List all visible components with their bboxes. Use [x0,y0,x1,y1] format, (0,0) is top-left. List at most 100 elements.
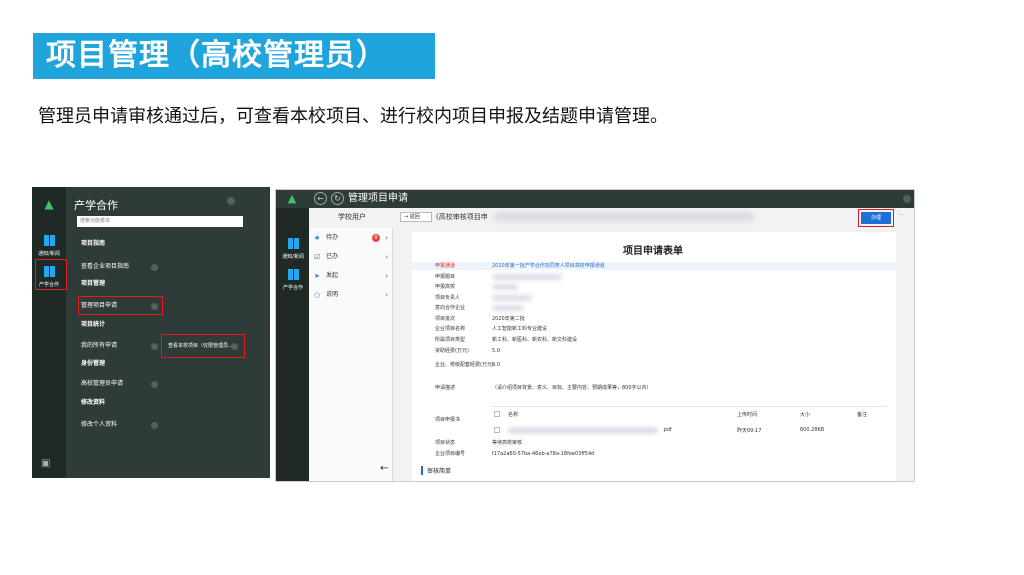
highlight-box [858,209,894,227]
field-label: 申报通道 [435,263,456,269]
side-item-label: 待办 [326,234,339,241]
windows-tile-icon [287,238,299,249]
form-row: 资助经费(万元) 5.0 [412,347,896,355]
form-row: 项目负责人 [412,294,896,302]
menu-item[interactable]: 项目指南 [81,239,105,249]
refresh-icon[interactable]: ↻ [331,192,344,205]
gear-icon[interactable] [151,264,158,271]
menu-item[interactable]: 修改资料 [81,398,105,408]
gear-icon[interactable] [151,381,158,388]
column-header: 名称 [508,412,519,418]
menu-item[interactable]: 身份管理 [81,359,105,369]
select-all-checkbox[interactable] [494,411,500,417]
breadcrumb: (高校审核项目申 [436,213,488,221]
field-label: 申报高校 [435,284,456,290]
bell-icon[interactable]: ▲ [286,193,298,205]
more-menu-icon[interactable]: ··· [898,212,904,219]
right-rail: 通知/新闻 产学合作 [276,208,310,481]
side-item-done[interactable]: ☑ 已办 › [314,249,390,265]
field-value: 2020年第一批产学合作协同育人项目高校申报通道 [492,263,605,269]
rail-news-button[interactable]: 通知/新闻 [276,234,310,262]
field-label: 资助经费(万元) [435,348,469,354]
rail-cooperation-button[interactable]: 产学合作 [276,265,310,293]
lock-icon[interactable]: ▣ [41,458,51,470]
file-size: 600.28KB [800,427,825,433]
highlight-box [78,296,163,315]
side-item-initiate[interactable]: ➤ 发起 › [314,268,390,284]
gear-icon[interactable] [151,343,158,350]
field-label: 项目负责人 [435,295,461,301]
back-button-label: 返回 [409,214,420,220]
windows-tile-icon [43,235,55,246]
field-value: 5.0 [492,348,500,354]
field-value: 人工智能新工科专业建设 [492,326,548,332]
panel-header: 产学合作 [74,199,118,212]
field-label: 项目状态 [435,440,456,446]
form-row: 申报高校 [412,283,896,291]
menu-item[interactable]: 我的所有申请 [81,341,117,351]
gear-icon[interactable] [151,422,158,429]
field-label: 企业项目编号 [435,451,466,457]
side-item-label: 已办 [326,253,339,260]
form-row: 企业、校级配套经费(万元) 0.0 [412,361,896,369]
form-row: 申请描述 （请介绍项目背景、意义、目标、主要内容、预期成果等，800字以内） [412,384,896,392]
menu-search-input[interactable]: 搜索功能菜单 [77,216,243,227]
field-value: 新工科、新医科、新农科、新文科建设 [492,337,578,343]
send-icon: ➤ [314,272,320,280]
upload-time: 昨天09:17 [737,428,762,434]
form-row: 所属项目类型 新工科、新医科、新农科、新文科建设 [412,336,896,344]
back-button[interactable]: → 返回 [400,212,432,222]
rail-news-button[interactable]: 通知/新闻 [32,231,66,259]
form-row: 企业项目编号 f17a2a60-57ba-46eb-a78a-18fee03ff5… [412,450,896,458]
info-icon: ○ [314,291,321,299]
chevron-right-icon: › [385,272,388,280]
form-row: 项目状态 等待高校审核 [412,439,896,447]
field-value: 0.0 [492,362,500,368]
field-label: 企业项目名称 [435,326,466,332]
highlight-box [161,334,245,358]
column-header: 大小 [800,412,811,418]
form-title: 项目申请表单 [623,246,683,257]
column-header: 备注 [857,412,868,418]
side-item-label: 发起 [326,272,339,279]
rail-news-label: 通知/新闻 [38,251,60,257]
column-header: 上传时间 [737,412,758,418]
form-row: 企业项目名称 人工智能新工科专业建设 [412,325,896,333]
field-label: 企业、校级配套经费(万元) [435,362,494,368]
field-label: 项目申报书 [435,417,461,423]
field-label: 意向合作企业 [435,305,466,311]
highlight-box [35,259,67,290]
bell-icon[interactable]: ▲ [42,197,56,211]
form-row: 意向合作企业 [412,304,896,312]
file-name[interactable]: .pdf [662,427,672,433]
form-row: 项目批次 2020年第二批 [412,315,896,323]
menu-item[interactable]: 项目统计 [81,320,105,330]
slide-title: 项目管理（高校管理员） [46,38,387,73]
thumbs-up-icon: ★ [314,234,321,242]
menu-item[interactable]: 修改个人资料 [81,420,117,430]
field-label: 所属项目类型 [435,337,466,343]
redacted-area [494,212,754,222]
field-value: f17a2a60-57ba-46eb-a78a-18fee03ff54d [492,451,595,457]
count-badge: 0 [372,234,380,242]
menu-item[interactable]: 查看企业项目指南 [81,262,129,272]
rail-cooperation-label: 产学合作 [282,285,303,291]
windows-tile-icon [287,269,299,280]
arrow-left-icon[interactable]: ← [380,463,388,474]
workflow-side-menu: ★ 待办 0 › ☑ 已办 › ➤ 发起 › ○ 说明 › ← [310,228,393,481]
redacted-area [492,274,562,280]
menu-item[interactable]: 高校管理员申请 [81,379,123,389]
row-checkbox[interactable] [494,427,500,433]
review-section-title: 审核简单 [421,466,451,475]
chevron-right-icon: › [385,234,388,242]
close-icon[interactable] [903,195,911,203]
field-value: 等待高校审核 [492,440,523,446]
menu-item[interactable]: 项目管理 [81,279,105,289]
close-icon[interactable] [227,197,235,205]
back-circle-icon[interactable]: ← [314,192,327,205]
window-title: 管理项目申请 [348,193,408,204]
check-icon: ☑ [314,253,321,261]
side-item-help[interactable]: ○ 说明 › [314,287,390,303]
side-item-todo[interactable]: ★ 待办 0 › [314,230,390,246]
form-row: 申报题目 [412,273,896,281]
